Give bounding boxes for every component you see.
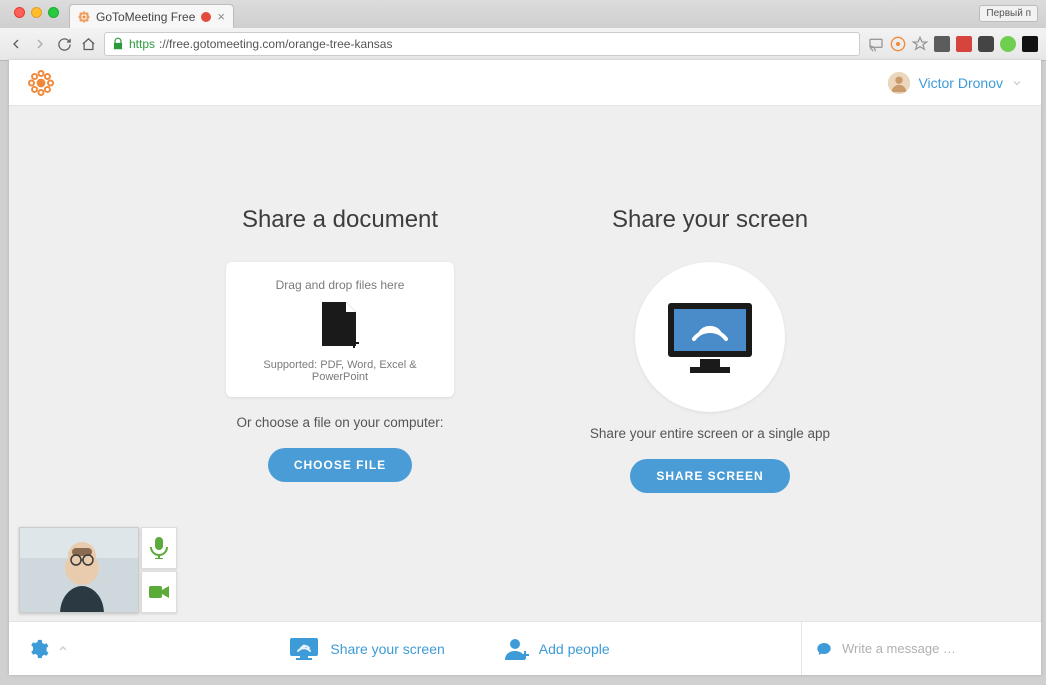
back-icon[interactable]	[8, 36, 24, 52]
app-header: Victor Dronov	[9, 60, 1041, 106]
red-ext-icon[interactable]	[956, 36, 972, 52]
recording-indicator-icon	[201, 12, 211, 22]
bookmarks-button[interactable]: Первый п	[979, 5, 1038, 22]
file-dropzone[interactable]: Drag and drop files here Supported: PDF,…	[226, 262, 454, 397]
bookmark-star-icon[interactable]	[912, 36, 928, 52]
url-scheme: https	[129, 37, 155, 51]
share-document-panel: Share a document Drag and drop files her…	[190, 206, 490, 493]
home-icon[interactable]	[80, 36, 96, 52]
lock-icon	[111, 37, 125, 51]
choose-file-button[interactable]: CHOOSE FILE	[268, 448, 412, 482]
chevron-down-icon	[1011, 77, 1023, 89]
window-minimize-icon[interactable]	[31, 7, 42, 18]
self-video-preview[interactable]	[19, 527, 139, 613]
window-maximize-icon[interactable]	[48, 7, 59, 18]
add-people-action[interactable]: Add people	[505, 638, 610, 660]
share-screen-title: Share your screen	[560, 206, 860, 234]
tab-close-icon[interactable]: ×	[217, 9, 225, 24]
mute-mic-button[interactable]	[141, 527, 177, 569]
url-path: ://free.gotomeeting.com/orange-tree-kans…	[159, 37, 392, 51]
cast-icon[interactable]	[868, 36, 884, 52]
address-bar[interactable]: https ://free.gotomeeting.com/orange-tre…	[104, 32, 860, 56]
tab-title: GoToMeeting Free	[96, 10, 195, 24]
share-screen-action[interactable]: Share your screen	[290, 638, 444, 660]
evernote-ext-icon[interactable]	[934, 36, 950, 52]
drop-hint: Drag and drop files here	[238, 278, 442, 292]
choose-file-subtext: Or choose a file on your computer:	[190, 415, 490, 430]
chat-input-area[interactable]	[801, 622, 1041, 675]
monitor-broadcast-icon	[664, 299, 756, 375]
window-close-icon[interactable]	[14, 7, 25, 18]
message-input[interactable]	[842, 641, 1027, 656]
black-ext-icon[interactable]	[1022, 36, 1038, 52]
pocket-ext-icon[interactable]	[978, 36, 994, 52]
bottom-bar: Share your screen Add people	[9, 621, 1041, 675]
share-screen-subtext: Share your entire screen or a single app	[560, 426, 860, 441]
microphone-icon	[150, 537, 168, 559]
browser-toolbar: https ://free.gotomeeting.com/orange-tre…	[0, 28, 1046, 60]
user-menu[interactable]: Victor Dronov	[888, 72, 1023, 94]
browser-tab-bar: GoToMeeting Free × Первый п	[0, 0, 1046, 28]
camera-icon	[149, 585, 169, 599]
share-screen-icon	[290, 638, 320, 660]
extension-icons	[868, 36, 1038, 52]
browser-chrome: GoToMeeting Free × Первый п https ://fre…	[0, 0, 1046, 61]
share-screen-label: Share your screen	[330, 641, 444, 657]
add-person-icon	[505, 638, 529, 660]
toggle-camera-button[interactable]	[141, 571, 177, 613]
file-add-icon	[318, 302, 362, 350]
gotomeeting-ext-icon[interactable]	[890, 36, 906, 52]
settings-gear-icon[interactable]	[27, 638, 49, 660]
gotomeeting-favicon-icon	[78, 11, 90, 23]
app-frame: Victor Dronov Share a document Drag and …	[9, 60, 1041, 675]
reload-icon[interactable]	[56, 36, 72, 52]
add-people-label: Add people	[539, 641, 610, 657]
share-screen-panel: Share your screen Share your	[560, 206, 860, 493]
forward-icon[interactable]	[32, 36, 48, 52]
avatar	[888, 72, 910, 94]
supported-formats: Supported: PDF, Word, Excel & PowerPoint	[238, 359, 442, 383]
green-ext-icon[interactable]	[1000, 36, 1016, 52]
share-document-title: Share a document	[190, 206, 490, 234]
browser-tab[interactable]: GoToMeeting Free ×	[69, 4, 234, 28]
screen-share-graphic	[635, 262, 785, 412]
expand-toggle-icon[interactable]	[57, 643, 69, 655]
chat-bubble-icon	[816, 641, 832, 657]
window-controls	[8, 0, 69, 18]
gotomeeting-logo-icon[interactable]	[27, 69, 55, 97]
self-view-widget	[19, 527, 177, 613]
user-name: Victor Dronov	[918, 75, 1003, 91]
share-screen-button[interactable]: SHARE SCREEN	[630, 459, 789, 493]
